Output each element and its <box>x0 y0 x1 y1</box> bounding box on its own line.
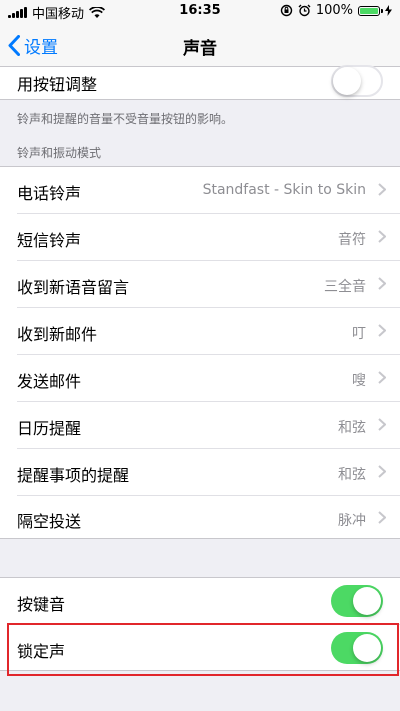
list-item-calendar-alerts[interactable]: 日历提醒 和弦 <box>0 402 400 448</box>
page-title: 声音 <box>183 39 217 59</box>
list-item-text-tone[interactable]: 短信铃声 音符 <box>0 214 400 260</box>
lock-sound-toggle[interactable] <box>331 632 383 664</box>
chevron-right-icon <box>378 324 386 337</box>
list-item-value: Standfast - Skin to Skin <box>202 182 366 198</box>
lock-sound-row: 锁定声 <box>0 625 400 671</box>
keyboard-clicks-label: 按键音 <box>17 595 66 614</box>
battery-percent: 100% <box>315 3 353 18</box>
chevron-right-icon <box>378 418 386 431</box>
adjust-with-buttons-row: 用按钮调整 <box>0 65 400 100</box>
chevron-right-icon <box>378 371 386 384</box>
chevron-right-icon <box>378 277 386 290</box>
volume-footer-note: 铃声和提醒的音量不受音量按钮的影响。 <box>17 112 234 126</box>
toggle-knob <box>353 634 381 662</box>
status-right: 100% <box>280 3 392 18</box>
sounds-list: 电话铃声 Standfast - Skin to Skin 短信铃声 音符 收到… <box>0 166 400 539</box>
status-bar: 中国移动 16:35 100% <box>0 0 400 22</box>
keyboard-clicks-toggle[interactable] <box>331 585 383 617</box>
toggle-knob <box>353 587 381 615</box>
list-item-label: 收到新语音留言 <box>17 278 130 297</box>
rotation-lock-icon <box>280 4 293 17</box>
section-header-ringtones: 铃声和振动模式 <box>17 146 102 160</box>
battery-icon <box>358 5 383 16</box>
list-item-value: 叮 <box>352 326 366 342</box>
list-item-value: 音符 <box>338 232 366 248</box>
list-item-value: 和弦 <box>338 467 366 483</box>
adjust-with-buttons-toggle[interactable] <box>331 65 383 97</box>
list-item-new-voicemail[interactable]: 收到新语音留言 三全音 <box>0 261 400 307</box>
list-item-new-mail[interactable]: 收到新邮件 叮 <box>0 308 400 354</box>
list-item-value: 三全音 <box>324 279 366 295</box>
list-item-label: 收到新邮件 <box>17 325 98 344</box>
list-item-label: 提醒事项的提醒 <box>17 466 130 485</box>
list-item-reminder-alerts[interactable]: 提醒事项的提醒 和弦 <box>0 449 400 495</box>
list-item-label: 电话铃声 <box>17 184 82 203</box>
adjust-with-buttons-label: 用按钮调整 <box>17 75 98 94</box>
charging-icon <box>385 5 392 16</box>
list-item-ringtone[interactable]: 电话铃声 Standfast - Skin to Skin <box>0 167 400 213</box>
list-item-label: 日历提醒 <box>17 419 82 438</box>
list-item-airdrop[interactable]: 隔空投送 脉冲 <box>0 496 400 538</box>
system-sounds-group: 按键音 锁定声 <box>0 577 400 671</box>
list-item-value: 脉冲 <box>338 513 366 529</box>
navigation-bar: 设置 声音 <box>0 22 400 67</box>
chevron-right-icon <box>378 230 386 243</box>
keyboard-clicks-row: 按键音 <box>0 578 400 624</box>
chevron-right-icon <box>378 183 386 196</box>
alarm-icon <box>298 4 311 17</box>
chevron-right-icon <box>378 511 386 524</box>
chevron-right-icon <box>378 465 386 478</box>
list-item-label: 短信铃声 <box>17 231 82 250</box>
list-item-label: 发送邮件 <box>17 372 82 391</box>
toggle-knob <box>333 67 361 95</box>
list-item-value: 和弦 <box>338 420 366 436</box>
list-item-label: 隔空投送 <box>17 512 82 531</box>
list-item-sent-mail[interactable]: 发送邮件 嗖 <box>0 355 400 401</box>
lock-sound-label: 锁定声 <box>17 642 66 661</box>
list-item-value: 嗖 <box>352 373 366 389</box>
